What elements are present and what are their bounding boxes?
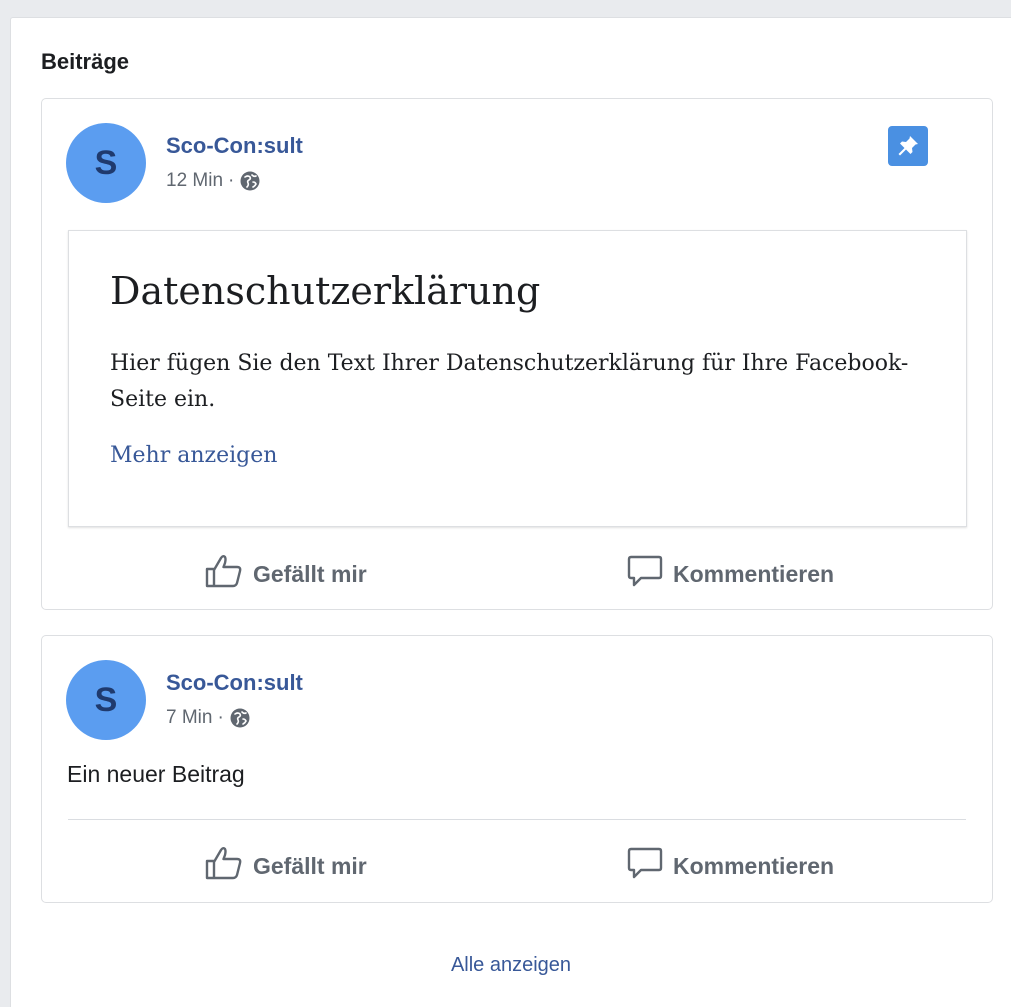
like-button[interactable]: Gefällt mir xyxy=(205,846,367,886)
posts-panel: Beiträge S Sco-Con:sult 12 Min · Datensc… xyxy=(10,17,1011,1007)
see-all-link[interactable]: Alle anzeigen xyxy=(11,954,1011,977)
divider xyxy=(68,819,966,820)
globe-icon[interactable] xyxy=(229,707,251,729)
post-card: S Sco-Con:sult 12 Min · Datenschutzerklä… xyxy=(41,98,993,610)
comment-button[interactable]: Kommentieren xyxy=(627,846,834,886)
post-timestamp[interactable]: 12 Min xyxy=(166,170,223,192)
meta-separator: · xyxy=(217,707,224,728)
post-author-link[interactable]: Sco-Con:sult xyxy=(166,133,303,159)
pin-icon xyxy=(888,126,928,166)
like-label: Gefällt mir xyxy=(253,560,367,587)
section-title: Beiträge xyxy=(41,49,130,74)
like-button[interactable]: Gefällt mir xyxy=(205,554,367,594)
comment-icon xyxy=(627,554,663,594)
avatar[interactable]: S xyxy=(66,660,146,740)
meta-separator: · xyxy=(228,170,235,191)
post-timestamp[interactable]: 7 Min xyxy=(166,707,212,729)
post-card: S Sco-Con:sult 7 Min · Ein neuer Beitrag… xyxy=(41,635,993,903)
comment-label: Kommentieren xyxy=(673,852,835,879)
avatar[interactable]: S xyxy=(66,123,146,203)
note-title: Datenschutzerklärung xyxy=(110,269,541,313)
comment-label: Kommentieren xyxy=(673,560,835,587)
like-label: Gefällt mir xyxy=(253,852,367,879)
thumbs-up-icon xyxy=(205,554,243,594)
note-preview[interactable]: Datenschutzerklärung Hier fügen Sie den … xyxy=(68,230,967,527)
thumbs-up-icon xyxy=(205,846,243,886)
globe-icon[interactable] xyxy=(239,170,261,192)
comment-button[interactable]: Kommentieren xyxy=(627,554,834,594)
comment-icon xyxy=(627,846,663,886)
post-author-link[interactable]: Sco-Con:sult xyxy=(166,670,303,696)
post-meta: 7 Min · xyxy=(166,707,251,729)
note-body: Hier fügen Sie den Text Ihrer Datenschut… xyxy=(110,351,909,412)
see-more-link[interactable]: Mehr anzeigen xyxy=(110,443,277,468)
post-text: Ein neuer Beitrag xyxy=(67,761,245,787)
post-meta: 12 Min · xyxy=(166,170,261,192)
